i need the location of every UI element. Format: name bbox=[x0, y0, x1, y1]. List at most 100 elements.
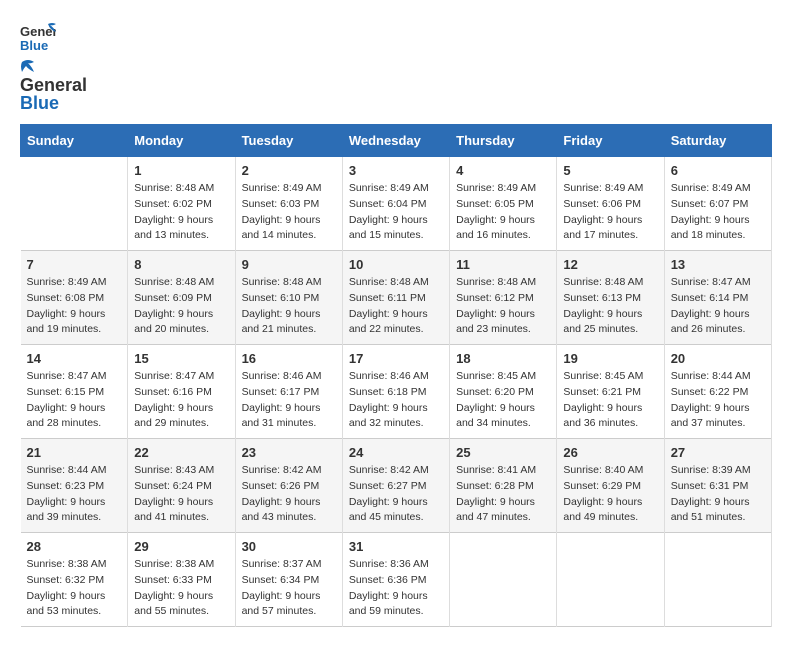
calendar-cell: 16 Sunrise: 8:46 AMSunset: 6:17 PMDayligh… bbox=[235, 345, 342, 439]
calendar-week-row: 14 Sunrise: 8:47 AMSunset: 6:15 PMDayligh… bbox=[21, 345, 772, 439]
calendar-week-row: 28 Sunrise: 8:38 AMSunset: 6:32 PMDayligh… bbox=[21, 533, 772, 627]
calendar-cell: 14 Sunrise: 8:47 AMSunset: 6:15 PMDayligh… bbox=[21, 345, 128, 439]
day-info: Sunrise: 8:49 AMSunset: 6:04 PMDaylight:… bbox=[349, 181, 443, 244]
calendar-cell: 22Sunrise: 8:43 AMSunset: 6:24 PMDayligh… bbox=[128, 439, 235, 533]
day-info: Sunrise: 8:48 AMSunset: 6:10 PMDaylight:… bbox=[242, 275, 336, 338]
header-day-sunday: Sunday bbox=[21, 125, 128, 157]
calendar-cell bbox=[557, 533, 664, 627]
day-number: 14 bbox=[27, 351, 122, 366]
day-info: Sunrise: 8:46 AMSunset: 6:17 PMDaylight:… bbox=[242, 369, 336, 432]
calendar-cell: 15Sunrise: 8:47 AMSunset: 6:16 PMDayligh… bbox=[128, 345, 235, 439]
day-number: 23 bbox=[242, 445, 336, 460]
calendar-cell: 4Sunrise: 8:49 AMSunset: 6:05 PMDaylight… bbox=[450, 157, 557, 251]
day-info: Sunrise: 8:40 AMSunset: 6:29 PMDaylight:… bbox=[563, 463, 657, 526]
day-info: Sunrise: 8:46 AMSunset: 6:18 PMDaylight:… bbox=[349, 369, 443, 432]
calendar-cell: 28 Sunrise: 8:38 AMSunset: 6:32 PMDayligh… bbox=[21, 533, 128, 627]
calendar-cell: 6 Sunrise: 8:49 AMSunset: 6:07 PMDaylight… bbox=[664, 157, 771, 251]
day-info: Sunrise: 8:44 AMSunset: 6:23 PMDaylight:… bbox=[27, 463, 122, 526]
day-number: 12 bbox=[563, 257, 657, 272]
logo-text-blue: Blue bbox=[20, 93, 59, 113]
calendar-week-row: 1Sunrise: 8:48 AMSunset: 6:02 PMDaylight… bbox=[21, 157, 772, 251]
header-day-monday: Monday bbox=[128, 125, 235, 157]
calendar-week-row: 21 Sunrise: 8:44 AMSunset: 6:23 PMDayligh… bbox=[21, 439, 772, 533]
header-day-saturday: Saturday bbox=[664, 125, 771, 157]
calendar-cell: 19Sunrise: 8:45 AMSunset: 6:21 PMDayligh… bbox=[557, 345, 664, 439]
day-number: 6 bbox=[671, 163, 765, 178]
day-number: 16 bbox=[242, 351, 336, 366]
day-number: 10 bbox=[349, 257, 443, 272]
day-info: Sunrise: 8:47 AMSunset: 6:15 PMDaylight:… bbox=[27, 369, 122, 432]
calendar-header-row: SundayMondayTuesdayWednesdayThursdayFrid… bbox=[21, 125, 772, 157]
day-info: Sunrise: 8:49 AMSunset: 6:07 PMDaylight:… bbox=[671, 181, 765, 244]
calendar-cell: 8Sunrise: 8:48 AMSunset: 6:09 PMDaylight… bbox=[128, 251, 235, 345]
calendar-table: SundayMondayTuesdayWednesdayThursdayFrid… bbox=[20, 124, 772, 627]
day-number: 19 bbox=[563, 351, 657, 366]
calendar-cell: 7 Sunrise: 8:49 AMSunset: 6:08 PMDaylight… bbox=[21, 251, 128, 345]
calendar-cell bbox=[450, 533, 557, 627]
day-number: 21 bbox=[27, 445, 122, 460]
day-info: Sunrise: 8:49 AMSunset: 6:05 PMDaylight:… bbox=[456, 181, 550, 244]
calendar-cell: 12 Sunrise: 8:48 AMSunset: 6:13 PMDayligh… bbox=[557, 251, 664, 345]
day-info: Sunrise: 8:45 AMSunset: 6:20 PMDaylight:… bbox=[456, 369, 550, 432]
calendar-cell: 23Sunrise: 8:42 AMSunset: 6:26 PMDayligh… bbox=[235, 439, 342, 533]
header-day-thursday: Thursday bbox=[450, 125, 557, 157]
day-number: 11 bbox=[456, 257, 550, 272]
day-number: 24 bbox=[349, 445, 443, 460]
day-info: Sunrise: 8:49 AMSunset: 6:08 PMDaylight:… bbox=[27, 275, 122, 338]
calendar-cell: 20Sunrise: 8:44 AMSunset: 6:22 PMDayligh… bbox=[664, 345, 771, 439]
day-info: Sunrise: 8:47 AMSunset: 6:16 PMDaylight:… bbox=[134, 369, 228, 432]
day-info: Sunrise: 8:38 AMSunset: 6:33 PMDaylight:… bbox=[134, 557, 228, 620]
day-number: 29 bbox=[134, 539, 228, 554]
day-info: Sunrise: 8:37 AMSunset: 6:34 PMDaylight:… bbox=[242, 557, 336, 620]
day-info: Sunrise: 8:38 AMSunset: 6:32 PMDaylight:… bbox=[27, 557, 122, 620]
day-info: Sunrise: 8:43 AMSunset: 6:24 PMDaylight:… bbox=[134, 463, 228, 526]
calendar-cell: 11Sunrise: 8:48 AMSunset: 6:12 PMDayligh… bbox=[450, 251, 557, 345]
day-info: Sunrise: 8:49 AMSunset: 6:03 PMDaylight:… bbox=[242, 181, 336, 244]
day-number: 1 bbox=[134, 163, 228, 178]
calendar-cell: 29 Sunrise: 8:38 AMSunset: 6:33 PMDayligh… bbox=[128, 533, 235, 627]
calendar-cell: 24 Sunrise: 8:42 AMSunset: 6:27 PMDayligh… bbox=[342, 439, 449, 533]
day-number: 26 bbox=[563, 445, 657, 460]
calendar-cell: 27Sunrise: 8:39 AMSunset: 6:31 PMDayligh… bbox=[664, 439, 771, 533]
header-day-friday: Friday bbox=[557, 125, 664, 157]
day-info: Sunrise: 8:48 AMSunset: 6:09 PMDaylight:… bbox=[134, 275, 228, 338]
header-day-tuesday: Tuesday bbox=[235, 125, 342, 157]
day-info: Sunrise: 8:47 AMSunset: 6:14 PMDaylight:… bbox=[671, 275, 765, 338]
page-header: General Blue General Blue bbox=[20, 20, 772, 114]
day-number: 28 bbox=[27, 539, 122, 554]
calendar-cell: 21 Sunrise: 8:44 AMSunset: 6:23 PMDayligh… bbox=[21, 439, 128, 533]
calendar-cell: 1Sunrise: 8:48 AMSunset: 6:02 PMDaylight… bbox=[128, 157, 235, 251]
calendar-cell bbox=[664, 533, 771, 627]
calendar-cell: 13Sunrise: 8:47 AMSunset: 6:14 PMDayligh… bbox=[664, 251, 771, 345]
calendar-cell: 10 Sunrise: 8:48 AMSunset: 6:11 PMDayligh… bbox=[342, 251, 449, 345]
day-info: Sunrise: 8:36 AMSunset: 6:36 PMDaylight:… bbox=[349, 557, 443, 620]
day-number: 3 bbox=[349, 163, 443, 178]
day-info: Sunrise: 8:39 AMSunset: 6:31 PMDaylight:… bbox=[671, 463, 765, 526]
calendar-cell: 25 Sunrise: 8:41 AMSunset: 6:28 PMDayligh… bbox=[450, 439, 557, 533]
header-day-wednesday: Wednesday bbox=[342, 125, 449, 157]
day-info: Sunrise: 8:42 AMSunset: 6:27 PMDaylight:… bbox=[349, 463, 443, 526]
calendar-cell bbox=[21, 157, 128, 251]
calendar-week-row: 7 Sunrise: 8:49 AMSunset: 6:08 PMDaylight… bbox=[21, 251, 772, 345]
day-info: Sunrise: 8:41 AMSunset: 6:28 PMDaylight:… bbox=[456, 463, 550, 526]
day-number: 17 bbox=[349, 351, 443, 366]
day-number: 2 bbox=[242, 163, 336, 178]
calendar-cell: 9 Sunrise: 8:48 AMSunset: 6:10 PMDaylight… bbox=[235, 251, 342, 345]
calendar-cell: 17 Sunrise: 8:46 AMSunset: 6:18 PMDayligh… bbox=[342, 345, 449, 439]
day-number: 5 bbox=[563, 163, 657, 178]
calendar-cell: 31Sunrise: 8:36 AMSunset: 6:36 PMDayligh… bbox=[342, 533, 449, 627]
calendar-cell: 26 Sunrise: 8:40 AMSunset: 6:29 PMDayligh… bbox=[557, 439, 664, 533]
calendar-cell: 18 Sunrise: 8:45 AMSunset: 6:20 PMDayligh… bbox=[450, 345, 557, 439]
day-info: Sunrise: 8:48 AMSunset: 6:13 PMDaylight:… bbox=[563, 275, 657, 338]
day-number: 18 bbox=[456, 351, 550, 366]
logo: General Blue General Blue bbox=[20, 20, 87, 114]
day-info: Sunrise: 8:48 AMSunset: 6:11 PMDaylight:… bbox=[349, 275, 443, 338]
calendar-cell: 2 Sunrise: 8:49 AMSunset: 6:03 PMDaylight… bbox=[235, 157, 342, 251]
calendar-cell: 30 Sunrise: 8:37 AMSunset: 6:34 PMDayligh… bbox=[235, 533, 342, 627]
day-number: 7 bbox=[27, 257, 122, 272]
logo-text-general: General bbox=[20, 76, 87, 94]
svg-text:Blue: Blue bbox=[20, 38, 48, 53]
day-number: 30 bbox=[242, 539, 336, 554]
day-number: 9 bbox=[242, 257, 336, 272]
day-number: 25 bbox=[456, 445, 550, 460]
